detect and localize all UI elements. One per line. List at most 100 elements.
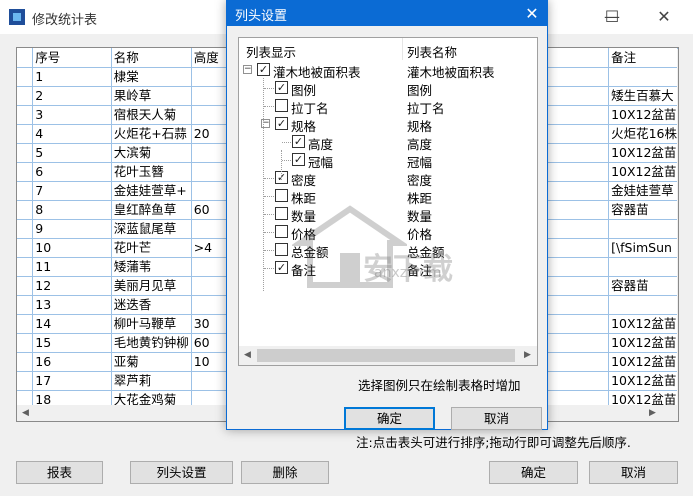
cell-number[interactable]: 3 — [32, 105, 112, 125]
cell-height[interactable] — [191, 86, 230, 106]
scroll-up-icon[interactable]: ▲ — [677, 49, 678, 66]
scroll-left-icon[interactable]: ◀ — [17, 405, 34, 421]
cell-name[interactable]: 皇红醉鱼草 — [111, 200, 192, 220]
cell-note[interactable]: [\fSimSun — [608, 238, 678, 258]
tree-item-checkbox[interactable]: ✓ — [292, 135, 305, 148]
report-button[interactable]: 报表 — [16, 461, 103, 484]
cell-number[interactable]: 9 — [32, 219, 112, 239]
close-button[interactable]: ✕ — [641, 0, 687, 34]
column-header-number[interactable]: 序号 — [32, 48, 112, 68]
cell-name[interactable]: 柳叶马鞭草 — [111, 314, 192, 334]
column-tree-list[interactable]: 列表显示 列表名称 − ✓ 灌木地被面积表 灌木地被面积表 ✓ 图例 图例 拉丁名 拉丁名 − ✓ 规… — [238, 37, 538, 366]
row-gutter[interactable] — [17, 371, 34, 391]
cell-height[interactable]: 10 — [191, 352, 230, 372]
cell-number[interactable]: 14 — [32, 314, 112, 334]
tree-expander-icon[interactable]: − — [243, 65, 252, 74]
row-gutter[interactable] — [17, 276, 34, 296]
cell-number[interactable]: 17 — [32, 371, 112, 391]
cell-note[interactable]: 容器苗 — [608, 276, 678, 296]
cell-height[interactable] — [191, 181, 230, 201]
cell-note[interactable]: 10X12盆苗 — [608, 143, 678, 163]
cell-name[interactable]: 花叶芒 — [111, 238, 192, 258]
cell-number[interactable]: 6 — [32, 162, 112, 182]
dialog-cancel-button[interactable]: 取消 — [451, 407, 542, 430]
cell-note[interactable]: 10X12盆苗 — [608, 352, 678, 372]
column-header-height[interactable]: 高度 — [191, 48, 230, 68]
tree-item[interactable]: − ✓ 规格 规格 — [239, 115, 537, 134]
cell-number[interactable]: 1 — [32, 67, 112, 87]
cell-height[interactable] — [191, 105, 230, 125]
cell-name[interactable]: 深蓝鼠尾草 — [111, 219, 192, 239]
cell-note[interactable]: 火炬花16株 — [608, 124, 678, 144]
cell-note[interactable]: 10X12盆苗 — [608, 371, 678, 391]
cell-number[interactable]: 7 — [32, 181, 112, 201]
tree-item[interactable]: 价格 价格 — [239, 223, 537, 242]
cell-name[interactable]: 亚菊 — [111, 352, 192, 372]
scroll-down-icon[interactable]: ▼ — [677, 388, 678, 405]
cell-height[interactable]: 60 — [191, 200, 230, 220]
cell-name[interactable]: 花叶玉簪 — [111, 162, 192, 182]
cell-name[interactable]: 美丽月见草 — [111, 276, 192, 296]
tree-scroll-left-icon[interactable]: ◀ — [239, 347, 256, 364]
row-gutter[interactable] — [17, 333, 34, 353]
tree-item[interactable]: 数量 数量 — [239, 205, 537, 224]
tree-item[interactable]: 拉丁名 拉丁名 — [239, 97, 537, 116]
cell-height[interactable] — [191, 371, 230, 391]
cell-height[interactable] — [191, 162, 230, 182]
cell-height[interactable] — [191, 257, 230, 277]
cell-note[interactable] — [608, 219, 678, 239]
column-header-note[interactable]: 备注 — [608, 48, 678, 68]
cell-name[interactable]: 大滨菊 — [111, 143, 192, 163]
cell-height[interactable] — [191, 67, 230, 87]
row-gutter[interactable] — [17, 238, 34, 258]
tree-item[interactable]: ✓ 密度 密度 — [239, 169, 537, 188]
row-gutter[interactable] — [17, 219, 34, 239]
row-gutter[interactable] — [17, 314, 34, 334]
cell-name[interactable]: 矮蒲苇 — [111, 257, 192, 277]
vertical-scrollbar[interactable]: ▲ ▼ — [677, 49, 678, 405]
cell-name[interactable]: 迷迭香 — [111, 295, 192, 315]
cell-number[interactable]: 12 — [32, 276, 112, 296]
maximize-button[interactable]: ☐ — [589, 0, 635, 34]
cell-name[interactable]: 金娃娃萱草+ — [111, 181, 192, 201]
tree-item-checkbox[interactable] — [275, 243, 288, 256]
dialog-close-icon[interactable]: ✕ — [517, 1, 547, 26]
row-gutter[interactable] — [17, 352, 34, 372]
cell-name[interactable]: 翠芦莉 — [111, 371, 192, 391]
cell-number[interactable]: 15 — [32, 333, 112, 353]
cell-note[interactable]: 金娃娃萱草 — [608, 181, 678, 201]
cell-height[interactable] — [191, 295, 230, 315]
cell-height[interactable]: 20 — [191, 124, 230, 144]
row-gutter[interactable] — [17, 162, 34, 182]
cell-name[interactable]: 宿根天人菊 — [111, 105, 192, 125]
cell-height[interactable] — [191, 276, 230, 296]
scroll-right-icon[interactable]: ▶ — [644, 405, 661, 421]
row-gutter[interactable] — [17, 124, 34, 144]
row-gutter[interactable] — [17, 67, 34, 87]
tree-item-checkbox[interactable]: ✓ — [257, 63, 270, 76]
column-header-name[interactable]: 名称 — [111, 48, 192, 68]
cell-note[interactable]: 容器苗 — [608, 200, 678, 220]
row-gutter[interactable] — [17, 295, 34, 315]
cell-height[interactable] — [191, 219, 230, 239]
row-gutter[interactable] — [17, 181, 34, 201]
tree-scroll-right-icon[interactable]: ▶ — [519, 347, 536, 364]
row-gutter[interactable] — [17, 200, 34, 220]
ok-button[interactable]: 确定 — [489, 461, 578, 484]
tree-header-display[interactable]: 列表显示 — [246, 42, 296, 61]
cell-note[interactable]: 矮生百慕大 — [608, 86, 678, 106]
cell-number[interactable]: 16 — [32, 352, 112, 372]
tree-item[interactable]: ✓ 图例 图例 — [239, 79, 537, 98]
row-gutter[interactable] — [17, 257, 34, 277]
cell-height[interactable] — [191, 143, 230, 163]
cell-number[interactable]: 5 — [32, 143, 112, 163]
tree-item[interactable]: − ✓ 灌木地被面积表 灌木地被面积表 — [239, 61, 537, 80]
cell-number[interactable]: 11 — [32, 257, 112, 277]
cell-height[interactable]: >4 — [191, 238, 230, 258]
header-settings-button[interactable]: 列头设置 — [130, 461, 233, 484]
cell-note[interactable] — [608, 295, 678, 315]
tree-item-checkbox[interactable]: ✓ — [275, 81, 288, 94]
cell-number[interactable]: 10 — [32, 238, 112, 258]
tree-item-checkbox[interactable]: ✓ — [275, 261, 288, 274]
dialog-ok-button[interactable]: 确定 — [344, 407, 435, 430]
